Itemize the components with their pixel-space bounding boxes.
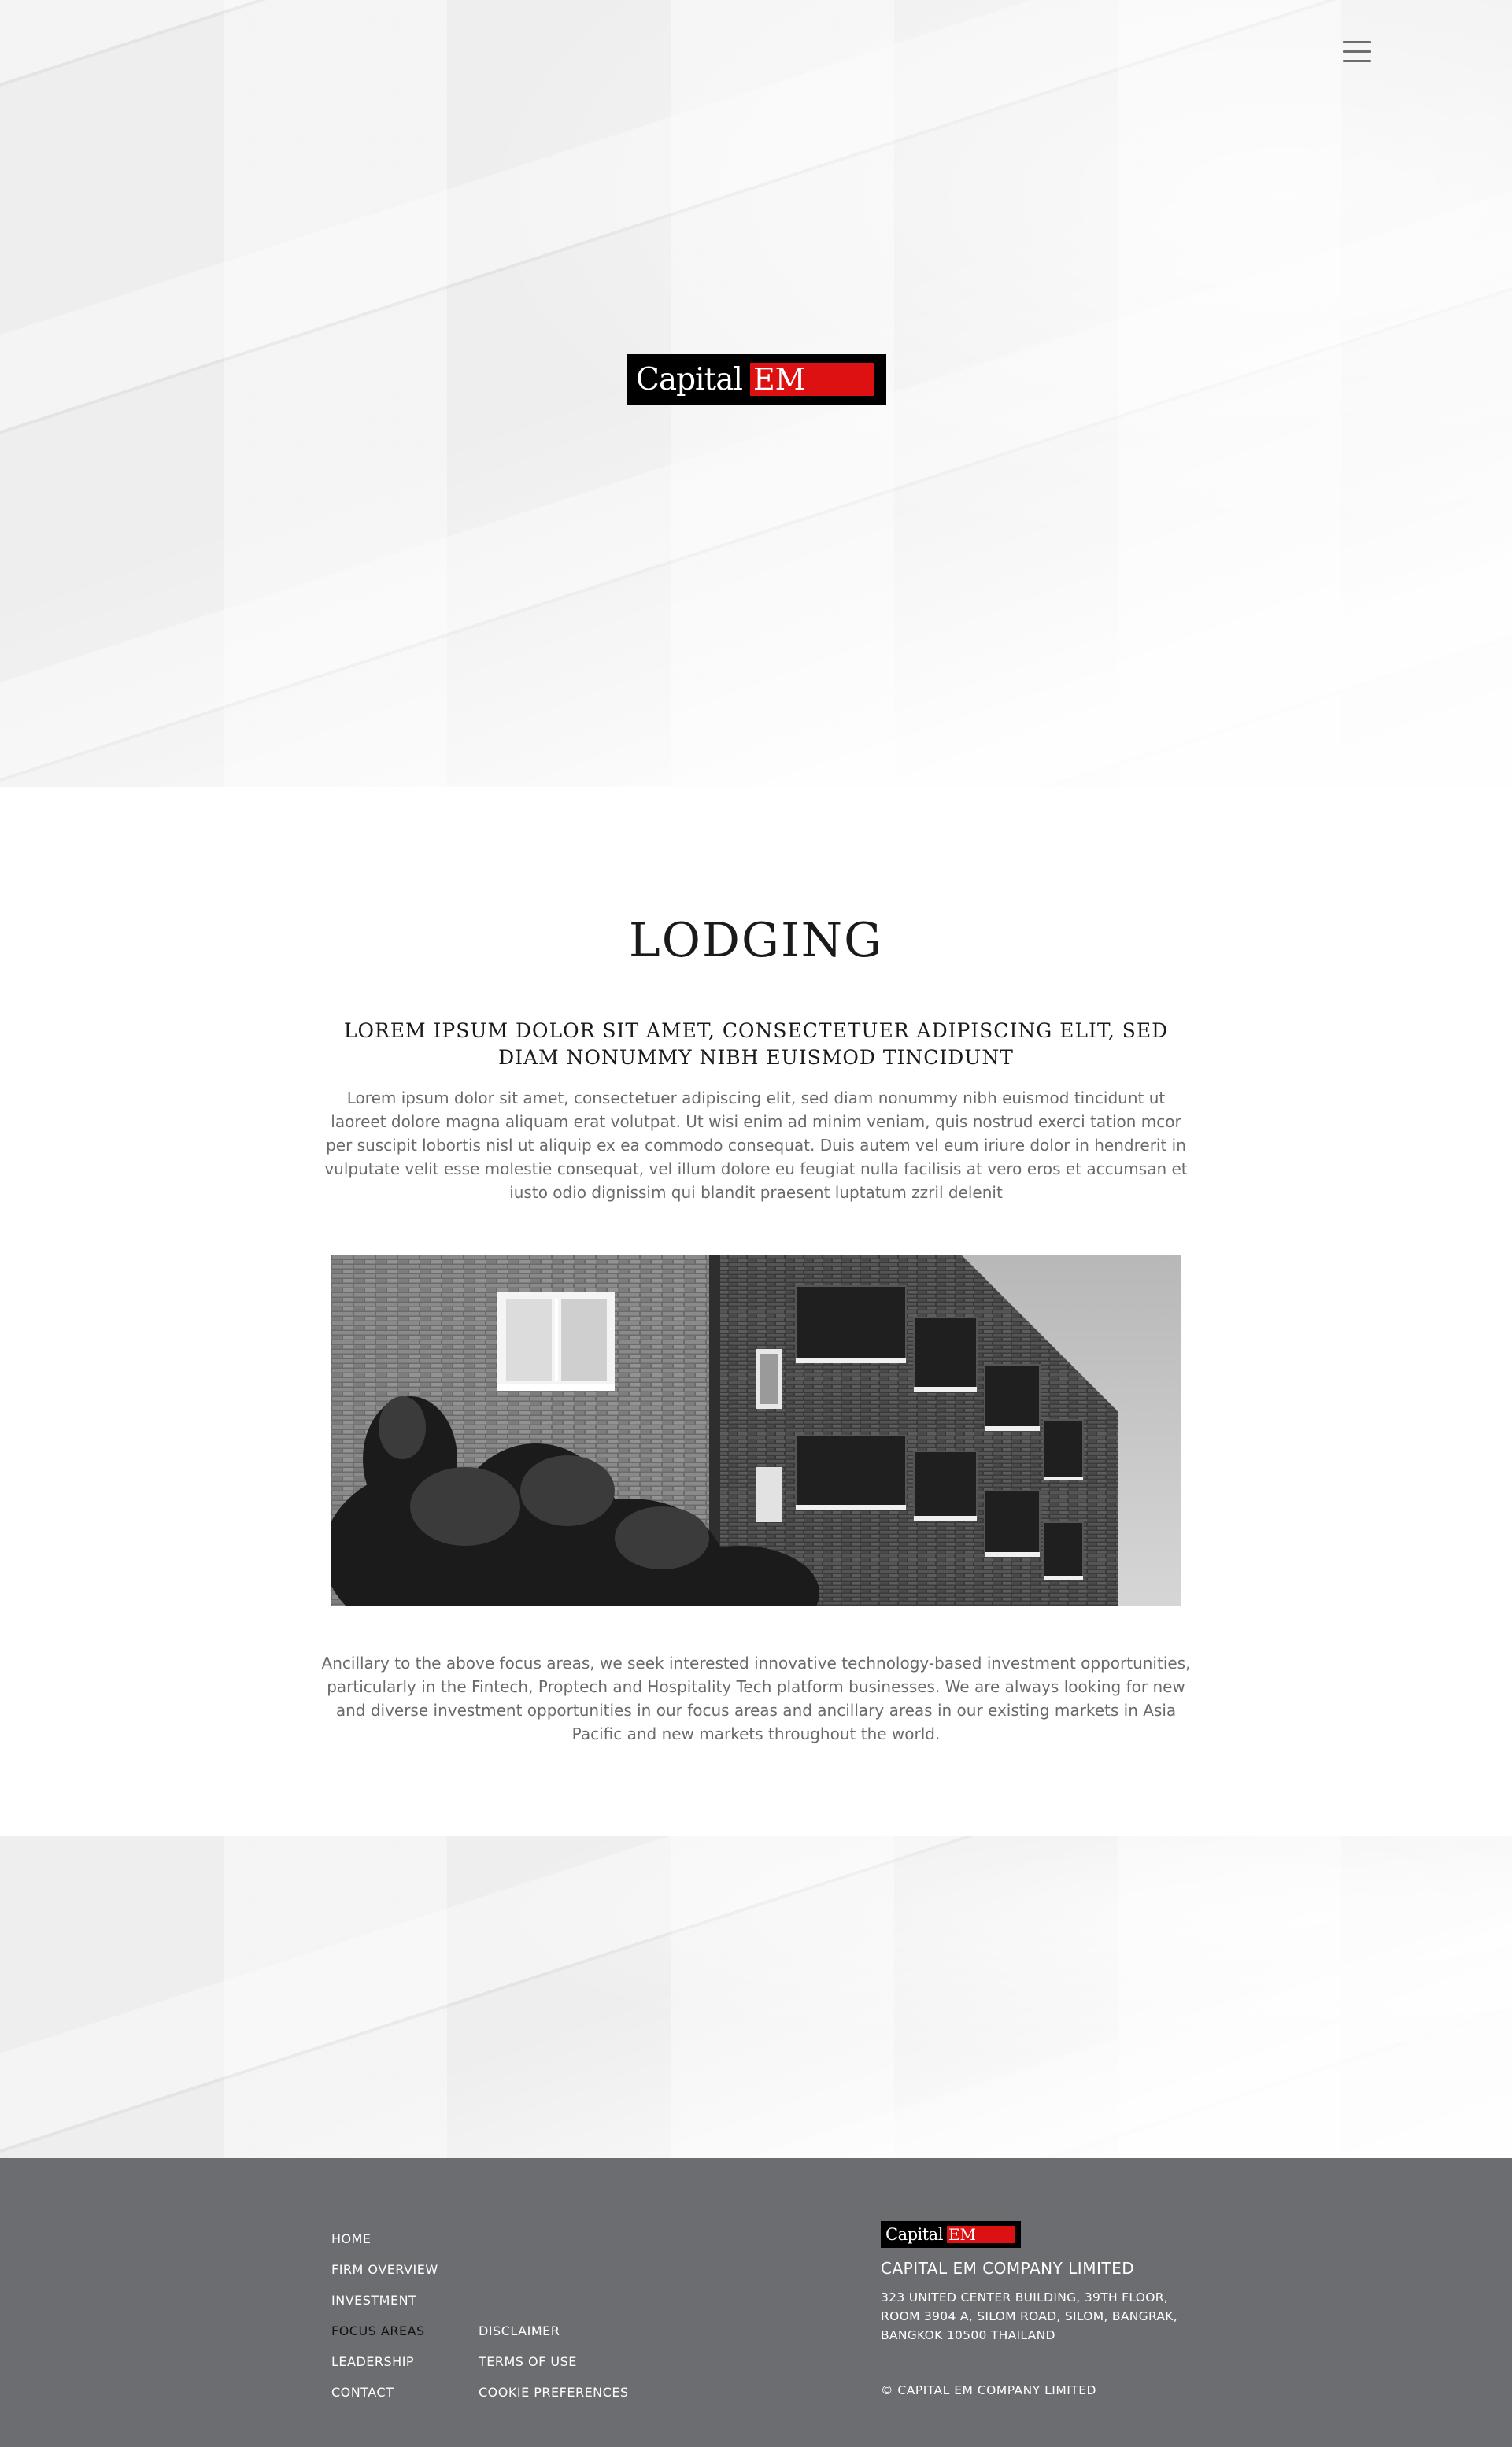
lodging-building-photo <box>331 1255 1181 1606</box>
outro-paragraph: Ancillary to the above focus areas, we s… <box>321 1654 1191 1743</box>
footer-nav-leadership[interactable]: LEADERSHIP <box>331 2354 414 2369</box>
address-line: 323 UNITED CENTER BUILDING, 39TH FLOOR, <box>881 2290 1169 2305</box>
site-footer <box>0 2158 1512 2447</box>
company-name: CAPITAL EM COMPANY LIMITED <box>881 2259 1135 2278</box>
footer-link-cookie-preferences[interactable]: COOKIE PREFERENCES <box>479 2385 629 2400</box>
section-subheading: LOREM IPSUM DOLOR SIT AMET, CONSECTETUER… <box>343 1019 1169 1069</box>
building-illustration <box>331 1255 1181 1606</box>
logo-word: Capital <box>636 361 743 397</box>
band-pattern-glow <box>0 1836 1512 2158</box>
footer-logo-accent: EM <box>946 2225 1015 2244</box>
site-logo[interactable]: Capital EM <box>627 354 886 405</box>
footer-link-terms-of-use[interactable]: TERMS OF USE <box>479 2354 577 2369</box>
footer-logo-word: Capital <box>885 2225 943 2244</box>
footer-nav-contact[interactable]: CONTACT <box>331 2385 394 2400</box>
logo-accent: EM <box>749 362 874 397</box>
intro-paragraph: Lorem ipsum dolor sit amet, consectetuer… <box>324 1089 1188 1202</box>
menu-bar <box>1343 50 1371 53</box>
footer-nav-home[interactable]: HOME <box>331 2231 372 2246</box>
footer-nav-investment[interactable]: INVESTMENT <box>331 2293 416 2308</box>
menu-bar <box>1343 60 1371 62</box>
footer-logo[interactable]: Capital EM <box>881 2221 1021 2248</box>
address-line: BANGKOK 10500 THAILAND <box>881 2328 1055 2342</box>
hamburger-menu-icon[interactable] <box>1343 41 1371 63</box>
address-line: ROOM 3904 A, SILOM ROAD, SILOM, BANGRAK, <box>881 2309 1177 2323</box>
footer-nav-firm-overview[interactable]: FIRM OVERVIEW <box>331 2262 438 2277</box>
page-title: LODGING <box>628 913 884 968</box>
copyright-text: © CAPITAL EM COMPANY LIMITED <box>881 2383 1096 2397</box>
decorative-band <box>0 1836 1512 2158</box>
menu-bar <box>1343 41 1371 43</box>
footer-nav-focus-areas[interactable]: FOCUS AREAS <box>331 2323 425 2338</box>
footer-link-disclaimer[interactable]: DISCLAIMER <box>479 2323 560 2338</box>
